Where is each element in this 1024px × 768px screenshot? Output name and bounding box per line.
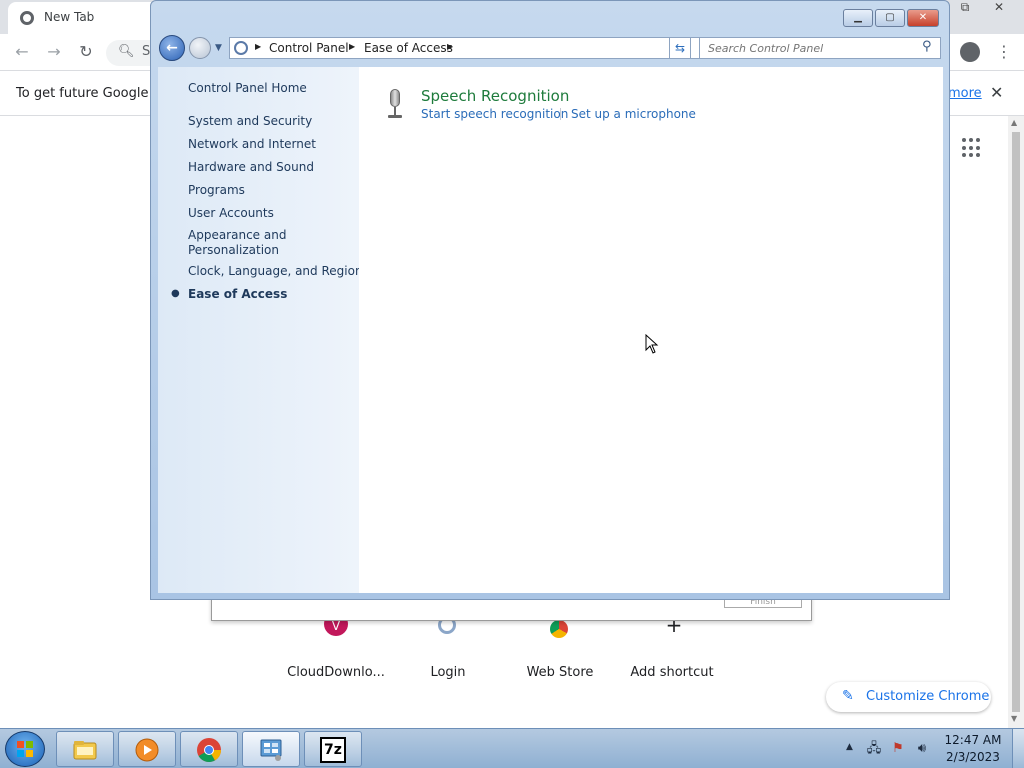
network-icon[interactable]: 🖧︎: [866, 741, 882, 757]
breadcrumb-separator-icon[interactable]: ▶: [349, 42, 355, 51]
pencil-icon: ✎: [842, 688, 854, 704]
sidebar-item-system-and-security[interactable]: System and Security: [188, 114, 312, 128]
scroll-down-icon[interactable]: ▼: [1011, 714, 1017, 723]
chrome-profile-icon[interactable]: [960, 42, 980, 62]
chrome-close-icon[interactable]: ✕: [986, 0, 1012, 16]
infobar-learn-more-link[interactable]: more: [948, 86, 982, 101]
breadcrumb-ease-of-access[interactable]: Ease of Access: [364, 41, 453, 55]
sidebar-item-control-panel-home[interactable]: Control Panel Home: [188, 81, 307, 95]
shortcut-tiles: V CloudDownlo... Login Web Store + Add s…: [280, 610, 730, 690]
microphone-icon: [387, 89, 403, 119]
maximize-icon[interactable]: ▢: [875, 9, 905, 27]
minimize-icon[interactable]: ▁: [843, 9, 873, 27]
volume-icon[interactable]: 🔊︎: [914, 741, 930, 757]
close-icon[interactable]: ✕: [907, 9, 939, 27]
taskbar: 7z ▲ 🖧︎ ⚑ 🔊︎ 12:47 AM 2/3/2023: [0, 728, 1024, 768]
shortcut-web-store[interactable]: Web Store: [504, 610, 616, 690]
link-separator: [560, 108, 561, 120]
sidebar-item-network-and-internet[interactable]: Network and Internet: [188, 137, 316, 151]
shortcut-login[interactable]: Login: [392, 610, 504, 690]
scroll-thumb[interactable]: [1012, 132, 1020, 712]
infobar-close-icon[interactable]: ✕: [990, 83, 1003, 102]
start-speech-recognition-link[interactable]: Start speech recognition: [421, 107, 568, 121]
address-toolbar: ← ▼ ▶ Control Panel ▶ Ease of Access ▶ ▼…: [159, 35, 943, 61]
sidebar-item-hardware-and-sound[interactable]: Hardware and Sound: [188, 160, 314, 174]
sidebar-item-appearance-and-personalization[interactable]: Appearance and Personalization: [188, 228, 318, 258]
main-content: Speech Recognition Start speech recognit…: [359, 67, 943, 593]
chrome-scrollbar[interactable]: ▲ ▼: [1008, 116, 1024, 728]
shortcut-label: Web Store: [526, 665, 594, 680]
window-caption-buttons: ▁ ▢ ✕: [843, 9, 943, 29]
mouse-cursor-icon: [645, 334, 659, 354]
shortcut-add[interactable]: + Add shortcut: [616, 610, 728, 690]
chrome-restore-icon[interactable]: ⧉: [952, 0, 978, 16]
folder-icon: [73, 741, 97, 760]
scroll-up-icon[interactable]: ▲: [1011, 118, 1017, 127]
control-panel-icon: [234, 41, 248, 55]
shortcut-label: Login: [430, 665, 466, 680]
section-title-speech-recognition[interactable]: Speech Recognition: [421, 87, 569, 105]
active-bullet-icon: ●: [171, 288, 180, 299]
google-apps-icon[interactable]: [962, 138, 982, 158]
omnibox-search-icon: 🔍︎: [118, 44, 135, 59]
sidebar-item-clock-language-region[interactable]: Clock, Language, and Region: [188, 264, 363, 278]
taskbar-windows-explorer[interactable]: [56, 731, 114, 767]
breadcrumb-control-panel[interactable]: Control Panel: [269, 41, 349, 55]
taskbar-7zip[interactable]: 7z: [304, 731, 362, 767]
recent-pages-chevron-icon[interactable]: ▼: [215, 43, 222, 53]
7zip-icon: 7z: [320, 737, 346, 763]
taskbar-control-panel[interactable]: [242, 731, 300, 767]
show-desktop-button[interactable]: [1012, 729, 1024, 768]
chrome-forward-icon[interactable]: →: [44, 42, 64, 62]
chrome-menu-icon[interactable]: ⋮: [996, 42, 1012, 62]
chrome-logo-icon: [20, 11, 34, 25]
shortcut-web-store-icon: [550, 620, 568, 638]
search-box[interactable]: ⚲: [699, 37, 941, 59]
search-icon[interactable]: ⚲: [922, 39, 932, 54]
media-player-icon: [135, 738, 159, 762]
start-button[interactable]: [5, 731, 45, 767]
chrome-back-icon[interactable]: ←: [12, 42, 32, 62]
shortcut-clouddownload[interactable]: V CloudDownlo...: [280, 610, 392, 690]
customize-chrome-button[interactable]: ✎ Customize Chrome: [826, 682, 991, 712]
clock-date[interactable]: 2/3/2023: [940, 750, 1006, 764]
taskbar-media-player[interactable]: [118, 731, 176, 767]
sidebar-item-ease-of-access[interactable]: Ease of Access: [188, 287, 287, 301]
shortcut-label: Add shortcut: [630, 665, 714, 680]
taskbar-google-chrome[interactable]: [180, 731, 238, 767]
show-hidden-icons-icon[interactable]: ▲: [846, 742, 853, 752]
control-panel-taskbar-icon: [260, 739, 282, 761]
chrome-tab-new-tab[interactable]: New Tab: [8, 2, 158, 34]
refresh-icon[interactable]: ⇆: [669, 37, 691, 59]
clock-time[interactable]: 12:47 AM: [940, 733, 1006, 747]
chrome-icon: [197, 738, 221, 763]
chrome-reload-icon[interactable]: ↻: [76, 42, 96, 62]
infobar-message: To get future Google Ch: [16, 86, 170, 101]
shortcut-label: CloudDownlo...: [287, 665, 385, 680]
sidebar-item-user-accounts[interactable]: User Accounts: [188, 206, 274, 220]
search-input[interactable]: [708, 41, 908, 55]
address-bar[interactable]: ▶ Control Panel ▶ Ease of Access ▶ ▼: [229, 37, 745, 59]
breadcrumb-separator-icon[interactable]: ▶: [447, 42, 453, 51]
customize-chrome-label: Customize Chrome: [866, 689, 990, 704]
forward-arrow-icon[interactable]: [189, 37, 211, 59]
set-up-microphone-link[interactable]: Set up a microphone: [571, 107, 696, 121]
control-panel-window: ▁ ▢ ✕ ← ▼ ▶ Control Panel ▶ Ease of Acce…: [150, 0, 950, 600]
back-arrow-icon[interactable]: ←: [159, 35, 185, 61]
windows-logo-icon: [17, 741, 33, 757]
action-center-flag-icon[interactable]: ⚑: [890, 741, 906, 757]
sidebar-item-programs[interactable]: Programs: [188, 183, 245, 197]
sidebar: Control Panel Home System and Security N…: [158, 67, 363, 593]
chrome-tab-title: New Tab: [44, 10, 95, 24]
breadcrumb-separator-icon[interactable]: ▶: [255, 42, 261, 51]
